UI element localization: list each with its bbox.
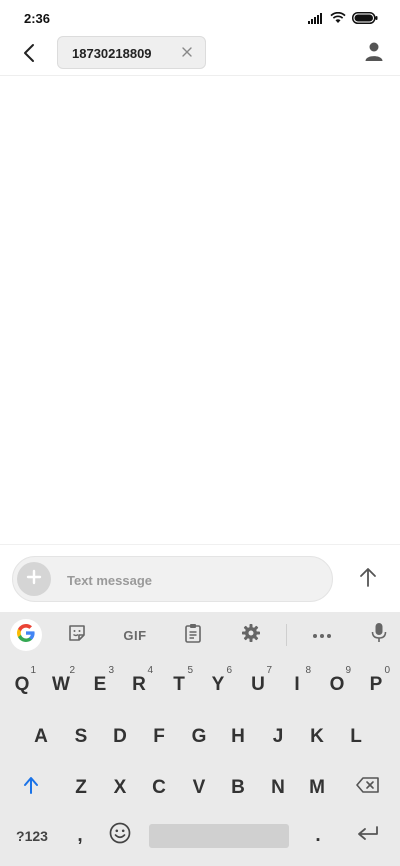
- clipboard-button[interactable]: [178, 621, 208, 649]
- key-n[interactable]: N: [260, 766, 296, 810]
- battery-icon: [352, 11, 378, 29]
- gif-button[interactable]: GIF: [118, 621, 152, 649]
- keyboard-row-2: A S D F G H J K L: [0, 715, 400, 759]
- google-search-button[interactable]: [10, 619, 42, 651]
- keyboard: GIF Q 1 W 2 E 3 R 4 T 5 Y 6 U 7 I 8 O 9 …: [0, 612, 400, 866]
- compose-bar: Text message: [0, 544, 400, 612]
- back-button[interactable]: [14, 40, 44, 70]
- back-arrow-icon: [23, 43, 35, 68]
- voice-input-button[interactable]: [364, 621, 394, 649]
- keyboard-row-1: Q1 W2 E3 R4 T5 Y6 U7 I8 O9 P0: [0, 663, 400, 707]
- wifi-icon: [330, 11, 346, 29]
- key-m[interactable]: M: [299, 766, 335, 810]
- key-s[interactable]: S: [63, 715, 99, 759]
- key-q[interactable]: Q1: [4, 663, 40, 707]
- add-attachment-button[interactable]: [17, 562, 51, 596]
- backspace-key[interactable]: [350, 766, 386, 810]
- key-o[interactable]: O9: [319, 663, 355, 707]
- settings-button[interactable]: [236, 621, 266, 649]
- plus-icon: [26, 569, 42, 590]
- comma-key[interactable]: ,: [62, 814, 98, 858]
- more-horizontal-icon: [312, 626, 332, 644]
- key-hint: 1: [30, 665, 36, 676]
- key-j[interactable]: J: [260, 715, 296, 759]
- more-options-button[interactable]: [307, 621, 337, 649]
- key-hint: 2: [69, 665, 75, 676]
- status-icons: [308, 11, 378, 29]
- status-time: 2:36: [24, 11, 51, 26]
- key-d[interactable]: D: [102, 715, 138, 759]
- key-w[interactable]: W2: [43, 663, 79, 707]
- recipient-number: 18730218809: [72, 46, 152, 61]
- symbols-key[interactable]: ?123: [9, 814, 55, 858]
- keyboard-toolbar: GIF: [0, 612, 400, 658]
- key-y[interactable]: Y6: [200, 663, 236, 707]
- key-l[interactable]: L: [338, 715, 374, 759]
- shift-key[interactable]: [13, 766, 49, 810]
- key-hint: 0: [384, 665, 390, 676]
- key-z[interactable]: Z: [63, 766, 99, 810]
- key-p[interactable]: P0: [358, 663, 394, 707]
- conversation-header: 18730218809: [0, 36, 400, 76]
- key-u[interactable]: U7: [240, 663, 276, 707]
- contact-button[interactable]: [360, 40, 388, 68]
- arrow-up-icon: [359, 567, 377, 592]
- key-hint: 9: [345, 665, 351, 676]
- key-hint: 3: [108, 665, 114, 676]
- enter-icon: [357, 825, 379, 847]
- key-hint: 5: [187, 665, 193, 676]
- enter-key[interactable]: [350, 814, 386, 858]
- toolbar-divider: [286, 624, 287, 646]
- key-k[interactable]: K: [299, 715, 335, 759]
- key-r[interactable]: R4: [121, 663, 157, 707]
- sticker-button[interactable]: [62, 621, 92, 649]
- key-hint: 8: [305, 665, 311, 676]
- key-a[interactable]: A: [23, 715, 59, 759]
- emoji-key[interactable]: [102, 814, 138, 858]
- key-hint: 6: [226, 665, 232, 676]
- gear-icon: [241, 623, 261, 648]
- backspace-icon: [356, 777, 380, 799]
- key-g[interactable]: G: [181, 715, 217, 759]
- message-input[interactable]: Text message: [12, 556, 333, 602]
- key-v[interactable]: V: [181, 766, 217, 810]
- status-bar: 2:36: [0, 0, 400, 36]
- sticker-icon: [67, 623, 87, 648]
- clipboard-icon: [184, 623, 202, 648]
- message-placeholder: Text message: [67, 573, 153, 588]
- key-e[interactable]: E3: [82, 663, 118, 707]
- person-icon: [365, 42, 383, 67]
- key-hint: 4: [147, 665, 153, 676]
- key-f[interactable]: F: [141, 715, 177, 759]
- keyboard-row-3: Z X C V B N M: [0, 766, 400, 810]
- gif-label: GIF: [123, 627, 147, 643]
- key-c[interactable]: C: [141, 766, 177, 810]
- shift-icon: [23, 776, 39, 800]
- key-b[interactable]: B: [220, 766, 256, 810]
- key-x[interactable]: X: [102, 766, 138, 810]
- signal-icon: [308, 11, 324, 29]
- close-icon: [182, 47, 192, 57]
- key-hint: 7: [266, 665, 272, 676]
- recipient-chip[interactable]: 18730218809: [57, 36, 206, 69]
- key-t[interactable]: T5: [161, 663, 197, 707]
- space-key[interactable]: [149, 824, 289, 848]
- key-h[interactable]: H: [220, 715, 256, 759]
- send-button[interactable]: [356, 566, 380, 592]
- remove-recipient-button[interactable]: [179, 44, 195, 60]
- google-g-icon: [16, 623, 36, 648]
- key-i[interactable]: I8: [279, 663, 315, 707]
- keyboard-row-4: ?123 , .: [0, 814, 400, 858]
- emoji-icon: [109, 822, 131, 850]
- period-key[interactable]: .: [300, 814, 336, 858]
- microphone-icon: [371, 622, 387, 649]
